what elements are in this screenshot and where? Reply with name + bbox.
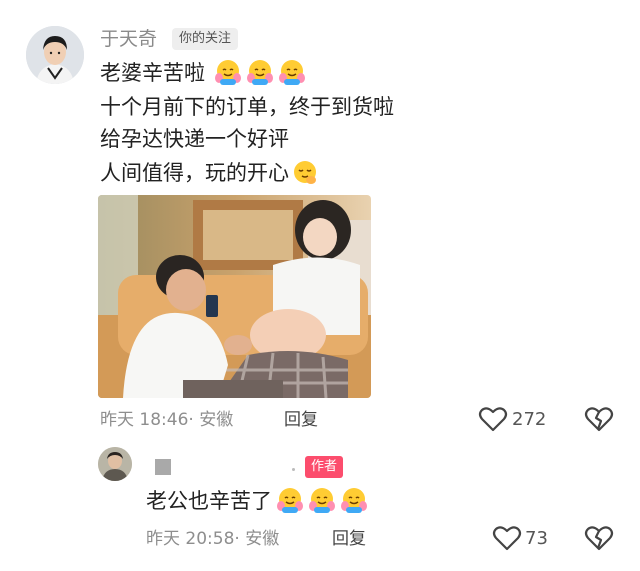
pregnancy-photo-image [98, 195, 371, 398]
author-badge: 作者 [305, 456, 344, 478]
reply-username-placeholder [155, 459, 171, 475]
comment-line-text: 人间值得，玩的开心 [100, 161, 289, 185]
reply-location: · 安徽 [234, 529, 280, 549]
reply-button[interactable]: 回复 [284, 408, 318, 432]
heart-icon [478, 407, 508, 432]
comment-line-2: 十个月前下的订单，终于到货啦 [100, 95, 394, 119]
reply-like-count: 73 [525, 528, 548, 549]
hugging-face-icon [278, 60, 305, 85]
hugging-face-icon [214, 60, 241, 85]
reply-text: 老公也辛苦了 [146, 489, 272, 513]
reply-content: 老公也辛苦了 [146, 486, 372, 516]
hugging-face-icon [246, 60, 273, 85]
hugging-face-icon [277, 488, 303, 513]
broken-heart-icon [584, 407, 614, 432]
comment-line-1: 老婆辛苦啦 [100, 58, 310, 88]
reply-time: 昨天 20:58 [146, 529, 235, 549]
hugging-face-icon [341, 488, 367, 513]
hugging-face-icon [309, 488, 335, 513]
avatar-image [26, 26, 84, 84]
like-count: 272 [512, 409, 547, 430]
relieved-face-icon [294, 161, 316, 184]
comment-photo[interactable] [98, 195, 371, 398]
separator-dot [292, 468, 295, 471]
avatar-image [98, 447, 132, 481]
broken-heart-icon [584, 526, 614, 551]
comment-time: 昨天 18:46 [100, 410, 189, 430]
reply-avatar[interactable] [98, 447, 132, 481]
dislike-button[interactable] [584, 405, 614, 433]
reply-reply-button[interactable]: 回复 [332, 527, 366, 551]
avatar[interactable] [26, 26, 84, 84]
comment-line-4: 人间值得，玩的开心 [100, 158, 323, 188]
reply-dislike-button[interactable] [584, 524, 614, 552]
comment-location: · 安徽 [188, 410, 234, 430]
reply-like-button[interactable] [492, 524, 522, 552]
like-button[interactable] [478, 405, 508, 433]
follow-badge: 你的关注 [172, 28, 239, 50]
heart-icon [492, 526, 522, 551]
reply-meta: 昨天 20:58· 安徽 [146, 527, 279, 551]
comment-line-3: 给孕达快递一个好评 [100, 127, 289, 151]
comment-line-text: 老婆辛苦啦 [100, 61, 205, 85]
comment-meta: 昨天 18:46· 安徽 [100, 408, 233, 432]
username[interactable]: 于天奇 [100, 26, 157, 52]
